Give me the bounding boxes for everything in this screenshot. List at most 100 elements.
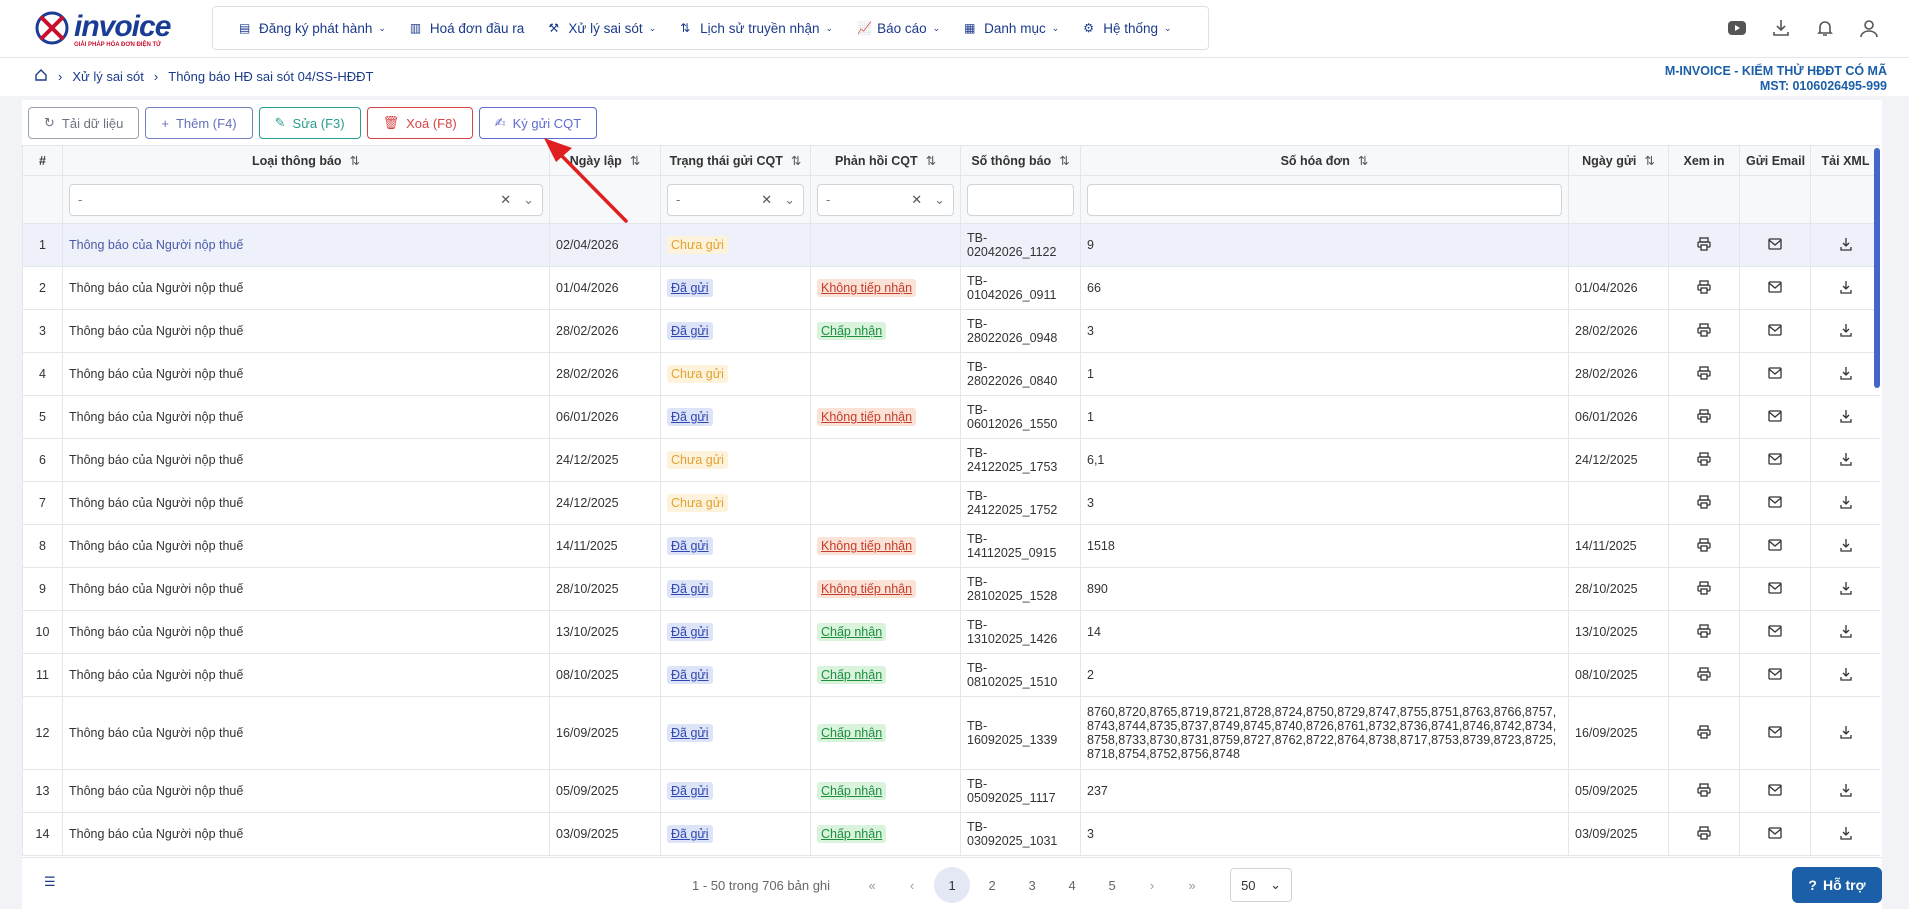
first-page-button[interactable]: « (854, 867, 890, 903)
sort-icon[interactable]: ⇅ (630, 154, 640, 168)
reply-badge[interactable]: Không tiếp nhận (817, 580, 917, 598)
reply-badge[interactable]: Chấp nhận (817, 825, 887, 843)
printer-icon[interactable] (1697, 623, 1711, 641)
status-badge[interactable]: Đã gửi (667, 782, 713, 800)
mail-icon[interactable] (1768, 725, 1782, 741)
mail-icon[interactable] (1768, 452, 1782, 468)
menu-item-5[interactable]: ▦ Danh mục ⌄ (952, 7, 1071, 49)
status-badge[interactable]: Đã gửi (667, 322, 713, 340)
home-icon[interactable] (34, 68, 48, 85)
printer-icon[interactable] (1697, 365, 1711, 383)
mail-icon[interactable] (1768, 826, 1782, 842)
type-filter-select[interactable]: - ✕ ⌄ (69, 183, 543, 216)
table-row[interactable]: 2 Thông báo của Người nộp thuế 01/04/2026 Đ… (22, 266, 1880, 310)
mail-icon[interactable] (1768, 538, 1782, 554)
printer-icon[interactable] (1697, 537, 1711, 555)
mail-icon[interactable] (1768, 409, 1782, 425)
table-row[interactable]: 9 Thông báo của Người nộp thuế 28/10/2025 Đ… (22, 567, 1880, 611)
table-row[interactable]: 4 Thông báo của Người nộp thuế 28/02/2026 C… (22, 352, 1880, 396)
download-icon[interactable] (1839, 366, 1853, 383)
vertical-scrollbar[interactable] (1874, 148, 1880, 388)
youtube-icon[interactable] (1725, 16, 1749, 40)
status-badge[interactable]: Đã gửi (667, 408, 713, 426)
load-data-button[interactable]: ↻ Tải dữ liệu (28, 107, 140, 139)
inv-filter-input[interactable] (1087, 183, 1562, 216)
table-row[interactable]: 7 Thông báo của Người nộp thuế 24/12/2025 C… (22, 481, 1880, 525)
col-header-inv[interactable]: Số hóa đơn ⇅ (1080, 145, 1569, 176)
download-icon[interactable] (1839, 280, 1853, 297)
status-badge[interactable]: Đã gửi (667, 825, 713, 843)
table-row[interactable]: 13 Thông báo của Người nộp thuế 05/09/2025… (22, 769, 1880, 813)
menu-item-2[interactable]: ⚒ Xử lý sai sót ⌄ (536, 7, 668, 49)
col-header-reply[interactable]: Phản hồi CQT ⇅ (810, 145, 961, 176)
reply-badge[interactable]: Chấp nhận (817, 322, 887, 340)
delete-button[interactable]: 🗑 Xoá (F8) (366, 107, 473, 139)
chevron-down-icon[interactable]: ⌄ (523, 192, 534, 208)
mail-icon[interactable] (1768, 366, 1782, 382)
printer-icon[interactable] (1697, 236, 1711, 254)
table-row[interactable]: 5 Thông báo của Người nộp thuế 06/01/2026 Đ… (22, 395, 1880, 439)
mail-icon[interactable] (1768, 237, 1782, 253)
status-badge[interactable]: Đã gửi (667, 537, 713, 555)
menu-item-4[interactable]: 📈 Báo cáo ⌄ (845, 7, 952, 49)
table-row[interactable]: 1 Thông báo của Người nộp thuế 02/04/2026 C… (22, 223, 1880, 267)
printer-icon[interactable] (1697, 782, 1711, 800)
clear-icon[interactable]: ✕ (911, 192, 922, 208)
add-button[interactable]: + Thêm (F4) (145, 107, 253, 139)
sort-icon[interactable]: ⇅ (1644, 154, 1654, 168)
menu-item-3[interactable]: ⇅ Lịch sử truyền nhận ⌄ (668, 7, 845, 49)
page-button[interactable]: 2 (974, 867, 1010, 903)
code-filter-input[interactable] (967, 183, 1074, 216)
sort-icon[interactable]: ⇅ (791, 154, 801, 168)
status-badge[interactable]: Chưa gửi (667, 451, 728, 469)
printer-icon[interactable] (1697, 451, 1711, 469)
user-icon[interactable] (1857, 16, 1881, 40)
mail-icon[interactable] (1768, 581, 1782, 597)
status-badge[interactable]: Chưa gửi (667, 236, 728, 254)
page-button[interactable]: 5 (1094, 867, 1130, 903)
mail-icon[interactable] (1768, 280, 1782, 296)
table-row[interactable]: 3 Thông báo của Người nộp thuế 28/02/2026 Đ… (22, 309, 1880, 353)
sort-icon[interactable]: ⇅ (926, 154, 936, 168)
download-icon[interactable] (1839, 581, 1853, 598)
printer-icon[interactable] (1697, 825, 1711, 843)
sign-send-button[interactable]: ✍ Ký gửi CQT (478, 107, 598, 139)
last-page-button[interactable]: » (1174, 867, 1210, 903)
mail-icon[interactable] (1768, 667, 1782, 683)
reply-badge[interactable]: Chấp nhận (817, 666, 887, 684)
printer-icon[interactable] (1697, 322, 1711, 340)
printer-icon[interactable] (1697, 724, 1711, 742)
next-page-button[interactable]: › (1134, 867, 1170, 903)
edit-button[interactable]: ✎ Sửa (F3) (258, 107, 361, 139)
status-badge[interactable]: Đã gửi (667, 279, 713, 297)
mail-icon[interactable] (1768, 783, 1782, 799)
reply-badge[interactable]: Chấp nhận (817, 623, 887, 641)
reply-filter-select[interactable]: - ✕ ⌄ (817, 183, 954, 216)
col-header-type[interactable]: Loại thông báo ⇅ (62, 145, 550, 176)
col-header-sent[interactable]: Ngày gửi ⇅ (1568, 145, 1669, 176)
bell-icon[interactable] (1813, 16, 1837, 40)
prev-page-button[interactable]: ‹ (894, 867, 930, 903)
clear-icon[interactable]: ✕ (761, 192, 772, 208)
reply-badge[interactable]: Không tiếp nhận (817, 408, 917, 426)
status-badge[interactable]: Đã gửi (667, 580, 713, 598)
download-icon[interactable] (1839, 237, 1853, 254)
download-icon[interactable] (1839, 667, 1853, 684)
sort-icon[interactable]: ⇅ (350, 154, 360, 168)
table-row[interactable]: 11 Thông báo của Người nộp thuế 08/10/2025… (22, 653, 1880, 697)
page-size-select[interactable]: 50 ⌄ (1230, 868, 1293, 902)
status-badge[interactable]: Đã gửi (667, 666, 713, 684)
clear-icon[interactable]: ✕ (500, 192, 511, 208)
menu-item-1[interactable]: ▥ Hoá đơn đầu ra (398, 7, 536, 49)
download-icon[interactable] (1769, 16, 1793, 40)
menu-item-0[interactable]: ▤ Đăng ký phát hành ⌄ (227, 7, 398, 49)
table-row[interactable]: 8 Thông báo của Người nộp thuế 14/11/2025 Đ… (22, 524, 1880, 568)
col-header-status[interactable]: Trạng thái gửi CQT ⇅ (660, 145, 811, 176)
mail-icon[interactable] (1768, 495, 1782, 511)
chevron-down-icon[interactable]: ⌄ (934, 192, 945, 208)
reply-badge[interactable]: Không tiếp nhận (817, 537, 917, 555)
table-row[interactable]: 6 Thông báo của Người nộp thuế 24/12/2025 C… (22, 438, 1880, 482)
status-badge[interactable]: Đã gửi (667, 623, 713, 641)
table-row[interactable]: 14 Thông báo của Người nộp thuế 03/09/2025… (22, 812, 1880, 856)
download-icon[interactable] (1839, 495, 1853, 512)
